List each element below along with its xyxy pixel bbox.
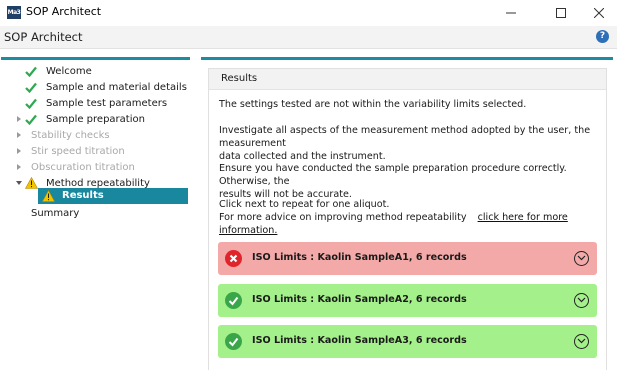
message-ensure-preparation: Ensure you have conducted the sample pre…	[219, 162, 604, 201]
result-row-label: ISO Limits : Kaolin SampleA2, 6 records	[252, 294, 467, 305]
close-window-button[interactable]	[581, 0, 617, 25]
result-row-sample-a1[interactable]: ISO Limits : Kaolin SampleA1, 6 records	[218, 242, 597, 275]
app-header: SOP Architect ?	[0, 26, 617, 49]
nav-item-label: Summary	[31, 208, 80, 219]
collapse-arrow-icon[interactable]	[16, 181, 22, 185]
text-line: Investigate all aspects of the measureme…	[219, 125, 591, 149]
nav-item-stability-checks: Stability checks	[0, 128, 190, 143]
nav-item-label: Obscuration titration	[31, 162, 135, 173]
checkmark-icon	[25, 66, 37, 77]
nav-item-label: Sample preparation	[46, 114, 145, 125]
nav-item-label: Stability checks	[31, 130, 110, 141]
nav-item-label: Sample test parameters	[46, 98, 168, 109]
success-status-icon	[225, 333, 242, 350]
nav-item-sample-test-parameters[interactable]: Sample test parameters	[0, 96, 190, 111]
minimize-icon	[506, 12, 516, 13]
text-line: Click next to repeat for one aliquot.	[219, 199, 390, 210]
checkmark-icon	[25, 82, 37, 93]
result-row-label: ISO Limits : Kaolin SampleA1, 6 records	[252, 252, 467, 263]
text-fragment: For more advice on improving method repe…	[219, 212, 467, 223]
nav-item-label: Stir speed titration	[31, 146, 125, 157]
nav-item-results[interactable]: Results	[38, 188, 188, 204]
nav-item-obscuration: Obscuration titration	[0, 160, 190, 175]
help-icon[interactable]: ?	[596, 30, 609, 43]
expand-arrow-icon	[17, 148, 21, 154]
warning-icon	[25, 177, 38, 189]
nav-accent-bar	[1, 57, 190, 60]
nav-item-summary[interactable]: Summary	[0, 206, 190, 221]
message-not-within-limits: The settings tested are not within the v…	[219, 99, 527, 110]
expand-arrow-icon	[17, 132, 21, 138]
expand-chevron-icon[interactable]	[574, 334, 589, 349]
results-panel: Results The settings tested are not with…	[208, 68, 607, 370]
panel-title: Results	[221, 73, 258, 84]
window-titlebar: Ma3 SOP Architect	[0, 0, 617, 25]
result-row-sample-a3[interactable]: ISO Limits : Kaolin SampleA3, 6 records	[218, 325, 597, 358]
nav-item-label: Sample and material details	[46, 82, 187, 93]
message-investigate: Investigate all aspects of the measureme…	[219, 124, 604, 163]
warning-icon	[42, 190, 55, 202]
nav-item-sample-preparation[interactable]: Sample preparation	[0, 112, 190, 127]
app-logo-icon: Ma3	[7, 6, 21, 19]
panel-header: Results	[209, 69, 606, 90]
nav-item-label: Results	[62, 190, 104, 201]
minimize-button[interactable]	[493, 0, 529, 25]
nav-item-welcome[interactable]: Welcome	[0, 64, 190, 79]
expand-arrow-icon	[17, 164, 21, 170]
expand-arrow-icon[interactable]	[17, 116, 21, 122]
checkmark-icon	[25, 114, 37, 125]
maximize-button[interactable]	[543, 0, 579, 25]
result-row-sample-a2[interactable]: ISO Limits : Kaolin SampleA2, 6 records	[218, 284, 597, 317]
nav-item-stir-speed: Stir speed titration	[0, 144, 190, 159]
close-icon	[594, 7, 604, 18]
message-next-steps: Click next to repeat for one aliquot. Fo…	[219, 198, 604, 237]
checkmark-icon	[25, 98, 37, 109]
result-row-label: ISO Limits : Kaolin SampleA3, 6 records	[252, 335, 467, 346]
expand-chevron-icon[interactable]	[574, 251, 589, 266]
window-title: SOP Architect	[26, 5, 102, 18]
nav-item-sample-material[interactable]: Sample and material details	[0, 80, 190, 95]
app-title: SOP Architect	[4, 30, 83, 44]
nav-item-label: Welcome	[46, 66, 92, 77]
error-status-icon	[225, 250, 242, 267]
maximize-icon	[556, 7, 566, 18]
content-accent-bar	[201, 57, 613, 60]
success-status-icon	[225, 292, 242, 309]
expand-chevron-icon[interactable]	[574, 293, 589, 308]
text-line: Ensure you have conducted the sample pre…	[219, 163, 567, 187]
text-line: For more advice on improving method repe…	[219, 211, 604, 237]
